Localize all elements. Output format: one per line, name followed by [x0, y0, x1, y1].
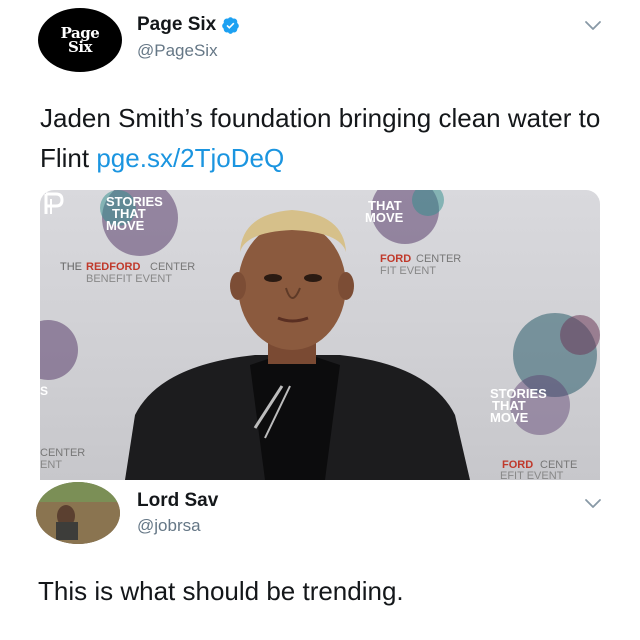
tweet-text: This is what should be trending. [38, 576, 404, 606]
author-name-row: Lord Sav [137, 490, 218, 512]
avatar[interactable] [36, 482, 120, 544]
backdrop-center-2: CENTER [416, 253, 461, 265]
photo-scene: STORIES THAT MOVE THAT MOVE STORIES THAT… [40, 190, 600, 480]
handle[interactable]: @PageSix [137, 41, 218, 61]
backdrop-center-left: CENTER [40, 447, 85, 459]
backdrop-fit-event: FIT EVENT [380, 265, 436, 277]
backdrop-ford: FORD [380, 253, 411, 265]
verified-badge-icon [222, 16, 240, 34]
tweet-pagesix: Page Six Page Six @PageSix Jaden Smith’s… [0, 0, 640, 480]
backdrop-benefit: BENEFIT EVENT [86, 273, 172, 285]
chevron-down-icon[interactable] [584, 498, 602, 510]
tweet-media-photo[interactable]: STORIES THAT MOVE THAT MOVE STORIES THAT… [40, 190, 600, 480]
page-six-p-icon [44, 192, 64, 214]
tweet-link[interactable]: pge.sx/2TjoDeQ [96, 143, 284, 173]
avatar[interactable]: Page Six [38, 8, 122, 72]
backdrop-ent: ENT [40, 459, 62, 471]
backdrop-move-2: MOVE [365, 210, 404, 225]
avatar-photo [36, 482, 120, 544]
chevron-down-icon[interactable] [584, 20, 602, 32]
backdrop-redford: REDFORD [86, 261, 140, 273]
tweet-text: Jaden Smith’s foundation bringing clean … [40, 98, 610, 178]
backdrop-move-1: MOVE [106, 218, 145, 233]
author-name-row: Page Six [137, 14, 240, 36]
person-figure [125, 210, 470, 480]
backdrop-move-3: MOVE [490, 410, 529, 425]
handle[interactable]: @jobrsa [137, 516, 201, 536]
display-name[interactable]: Lord Sav [137, 490, 218, 511]
reply-tweet: Lord Sav @jobrsa This is what should be … [0, 480, 640, 640]
pagesix-logo: Page Six [60, 24, 100, 56]
backdrop-the: THE [60, 261, 82, 273]
backdrop-s: S [40, 384, 48, 398]
backdrop-efit-event: EFIT EVENT [500, 470, 564, 480]
display-name[interactable]: Page Six [137, 14, 216, 36]
backdrop-center: CENTER [150, 261, 195, 273]
